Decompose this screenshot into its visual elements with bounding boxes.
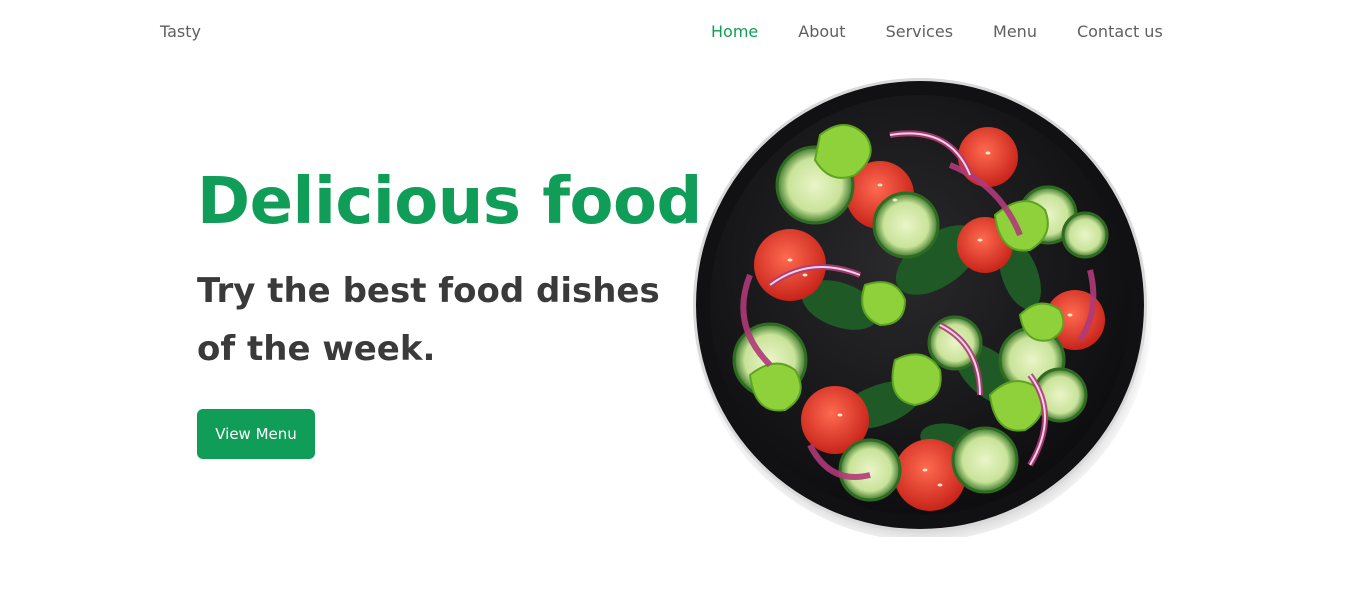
nav-link-contact[interactable]: Contact us xyxy=(1077,22,1163,41)
hero-subtitle: Try the best food dishes of the week. xyxy=(197,271,660,369)
brand-logo[interactable]: Tasty xyxy=(160,22,201,41)
view-menu-button[interactable]: View Menu xyxy=(197,409,315,459)
nav-link-home[interactable]: Home xyxy=(711,22,758,41)
main-nav: Home About Services Menu Contact us xyxy=(711,22,1163,41)
hero-title: Delicious food xyxy=(197,165,702,239)
salad-plate-image xyxy=(690,75,1152,537)
nav-link-about[interactable]: About xyxy=(798,22,845,41)
salad-plate-icon xyxy=(693,78,1152,537)
landing-page: Tasty Home About Services Menu Contact u… xyxy=(0,0,1345,612)
nav-link-menu[interactable]: Menu xyxy=(993,22,1037,41)
nav-link-services[interactable]: Services xyxy=(886,22,953,41)
